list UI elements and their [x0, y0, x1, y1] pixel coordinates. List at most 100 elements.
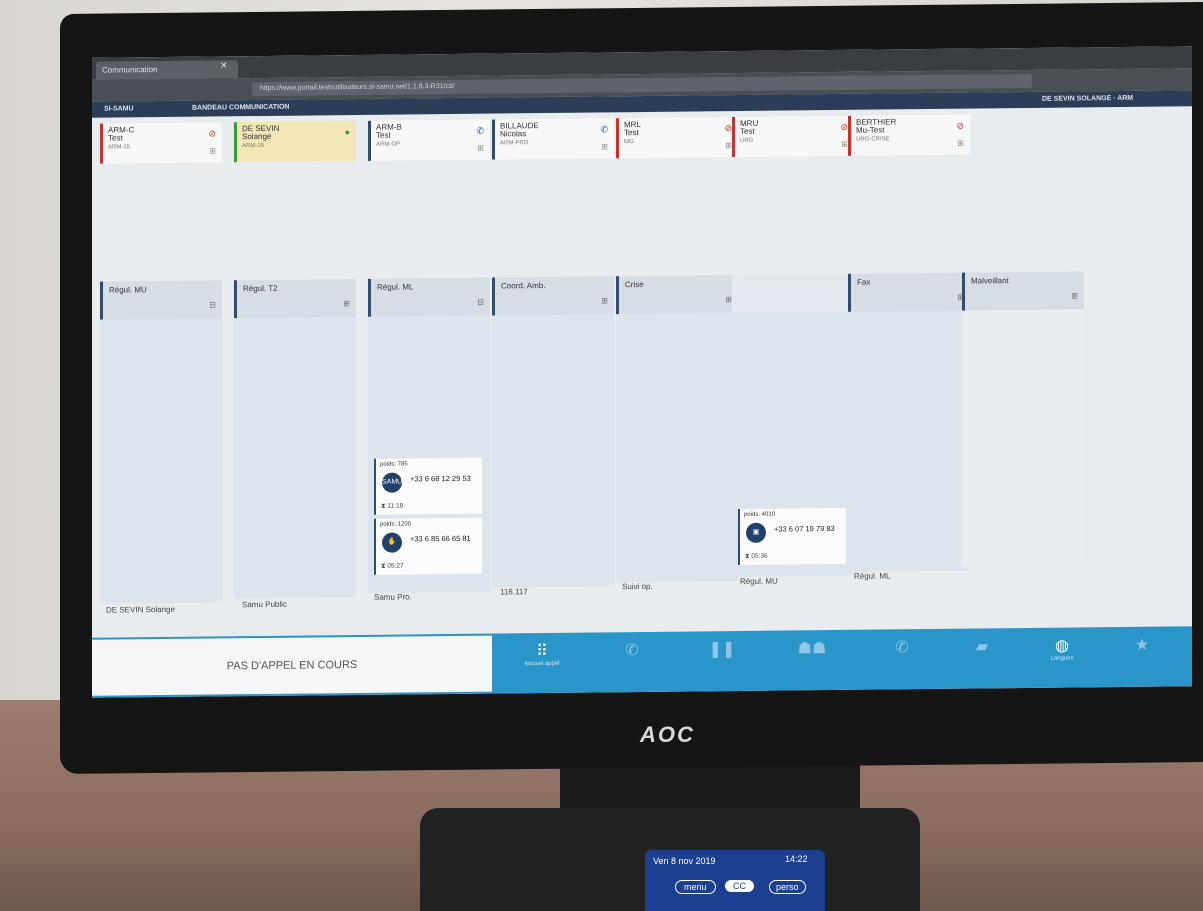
call-phone: +33 6 85 66 65 81	[410, 533, 471, 544]
expand-icon[interactable]: ⊞	[477, 144, 484, 153]
agent-role: ARM-PRO	[500, 140, 529, 147]
transfer-icon: ✆	[895, 639, 909, 657]
expand-icon[interactable]: ⊞	[957, 139, 964, 148]
conference-button[interactable]: ☗☗	[782, 638, 842, 659]
phone-off-icon: ✆	[625, 642, 639, 660]
agent-card[interactable]: DE SEVIN Solange ARM-15 ●	[234, 120, 356, 163]
star-icon: ★	[1134, 636, 1150, 654]
expand-icon[interactable]: ⊞	[841, 140, 848, 149]
queue-label: Régul. T2	[243, 283, 278, 294]
agent-card[interactable]: ARM-C Test ARM-15 ⊘ ⊞	[100, 122, 222, 164]
agent-sub: Test	[108, 133, 123, 143]
language-button[interactable]: ◍ Langues	[1032, 635, 1092, 662]
expand-icon[interactable]: ⊞	[601, 296, 608, 305]
call-time: 05:27	[387, 562, 404, 570]
new-call-button[interactable]: ⠿ Nouvel appel	[512, 641, 572, 668]
expand-icon[interactable]: ⊞	[601, 142, 608, 151]
phone-time: 14:22	[785, 854, 808, 864]
close-icon[interactable]: ✕	[220, 60, 228, 71]
call-phone: +33 6 07 19 79 83	[774, 523, 835, 534]
queue-header[interactable]	[732, 273, 854, 314]
folder-button[interactable]: ▰	[952, 636, 1012, 657]
queue-label: Régul. ML	[377, 282, 414, 292]
browser-tab[interactable]: Communication	[96, 60, 238, 80]
agent-sub: Nicolas	[500, 129, 527, 139]
keypad-icon: ⠿	[536, 642, 548, 661]
phone-screen: Ven 8 nov 2019 14:22 menu CC perso	[645, 850, 825, 911]
phone-menu-button[interactable]: menu	[675, 880, 716, 894]
agent-card[interactable]: BERTHIER Mu-Test URG-CRISE ⊘ ⊞	[848, 114, 970, 156]
agent-role: MG	[624, 139, 634, 146]
busy-icon: ⊘	[840, 121, 848, 132]
new-call-label: Nouvel appel	[524, 660, 560, 668]
queue-label: Fax	[857, 277, 871, 287]
hourglass-icon: ⧗	[381, 562, 386, 570]
expand-icon[interactable]: ⊞	[209, 146, 216, 155]
transfer-button[interactable]: ✆	[872, 637, 932, 658]
expand-icon[interactable]: ⊞	[343, 299, 350, 308]
queue-body	[100, 318, 222, 604]
app-brand[interactable]: SI-SAMU	[104, 105, 134, 112]
queue-label: Malveillant	[971, 276, 1009, 286]
call-weight: poids: 1200	[380, 521, 412, 528]
favorite-button[interactable]: ★	[1112, 634, 1172, 655]
queue-footer: Samu Public	[242, 599, 287, 610]
queue-footer: Régul. ML	[854, 571, 891, 581]
agent-role: ARM-15	[108, 144, 131, 151]
queue-body	[962, 309, 1084, 567]
call-card[interactable]: poids: 1200 ✋ +33 6 85 66 65 81 ⧗ 05:27	[374, 517, 482, 575]
hourglass-icon: ⧗	[745, 552, 750, 560]
phone-cc-button[interactable]: CC	[725, 880, 754, 892]
phone-date: Ven 8 nov 2019	[653, 856, 716, 866]
call-time: 05:36	[751, 552, 768, 560]
queue-label: Régul. MU	[109, 285, 147, 295]
agent-card[interactable]: BILLAUDE Nicolas ARM-PRO ✆ ⊞	[492, 118, 614, 160]
call-status: PAS D'APPEL EN COURS	[92, 635, 492, 696]
phone-icon: ✆	[476, 125, 484, 136]
queue-header[interactable]: Fax ⊞	[848, 272, 970, 312]
queue-header[interactable]: Coord. Amb. ⊞	[492, 276, 614, 316]
hangup-button[interactable]: ✆	[602, 640, 662, 661]
queue-header[interactable]: Crise ⊞	[616, 274, 738, 315]
expand-icon[interactable]: ⊟	[209, 300, 216, 309]
queue-body	[234, 316, 356, 599]
queue-label: Crise	[625, 279, 644, 290]
queue-header[interactable]: Régul. MU ⊟	[100, 280, 222, 320]
app-section[interactable]: BANDEAU COMMUNICATION	[192, 104, 289, 112]
agent-card[interactable]: MRL Test MG ⊘ ⊞	[616, 116, 738, 159]
user-name[interactable]: DE SEVIN SOLANGE · ARM	[1042, 95, 1133, 103]
hourglass-icon: ⧗	[381, 502, 386, 510]
hold-button[interactable]: ❚❚	[692, 639, 752, 660]
monitor-screen: Communication ✕ ← → ↻ ⌂ https://www.port…	[92, 46, 1192, 698]
queue-footer: Régul. MU	[740, 576, 778, 586]
expand-icon[interactable]: ⊞	[725, 295, 732, 304]
agent-sub: Test	[624, 128, 639, 138]
call-time: 11:18	[387, 502, 404, 510]
phone-icon: ✆	[600, 124, 608, 135]
ambulance-icon: ▣	[746, 522, 766, 543]
queue-body	[848, 310, 970, 572]
queue-footer: Suivi op.	[622, 581, 653, 592]
call-card[interactable]: poids: 4010 ▣ +33 6 07 19 79 83 ⧗ 05:36	[738, 507, 846, 565]
agent-card[interactable]: ARM-B Test ARM-OP ✆ ⊞	[368, 119, 490, 161]
queue-header[interactable]: Régul. T2 ⊞	[234, 278, 356, 319]
pause-icon: ❚❚	[708, 641, 736, 659]
call-card[interactable]: poids: 785 SAMU +33 6 68 12 29 53 ⧗ 11:1…	[374, 457, 482, 515]
queue-body	[492, 314, 614, 588]
queue-header[interactable]: Malveillant ⊞	[962, 271, 1084, 311]
phone-perso-button[interactable]: perso	[769, 880, 806, 894]
expand-icon[interactable]: ⊞	[1071, 291, 1078, 300]
busy-icon: ⊘	[724, 123, 732, 134]
expand-icon[interactable]: ⊞	[725, 141, 732, 150]
queue-footer: Samu Pro.	[374, 592, 412, 602]
expand-icon[interactable]: ⊟	[477, 298, 484, 307]
agent-card[interactable]: MRU Test URG ⊘ ⊞	[732, 115, 854, 158]
agent-role: URG-CRISE	[856, 136, 890, 143]
agent-sub: Mu-Test	[856, 125, 885, 135]
agent-sub: Test	[740, 126, 755, 136]
call-weight: poids: 4010	[744, 511, 776, 518]
agent-sub: Test	[376, 130, 391, 140]
queue-footer: DE SEVIN Solange	[106, 604, 175, 615]
queue-header[interactable]: Régul. ML ⊟	[368, 277, 490, 317]
queue-footer: 116.117	[500, 587, 528, 597]
